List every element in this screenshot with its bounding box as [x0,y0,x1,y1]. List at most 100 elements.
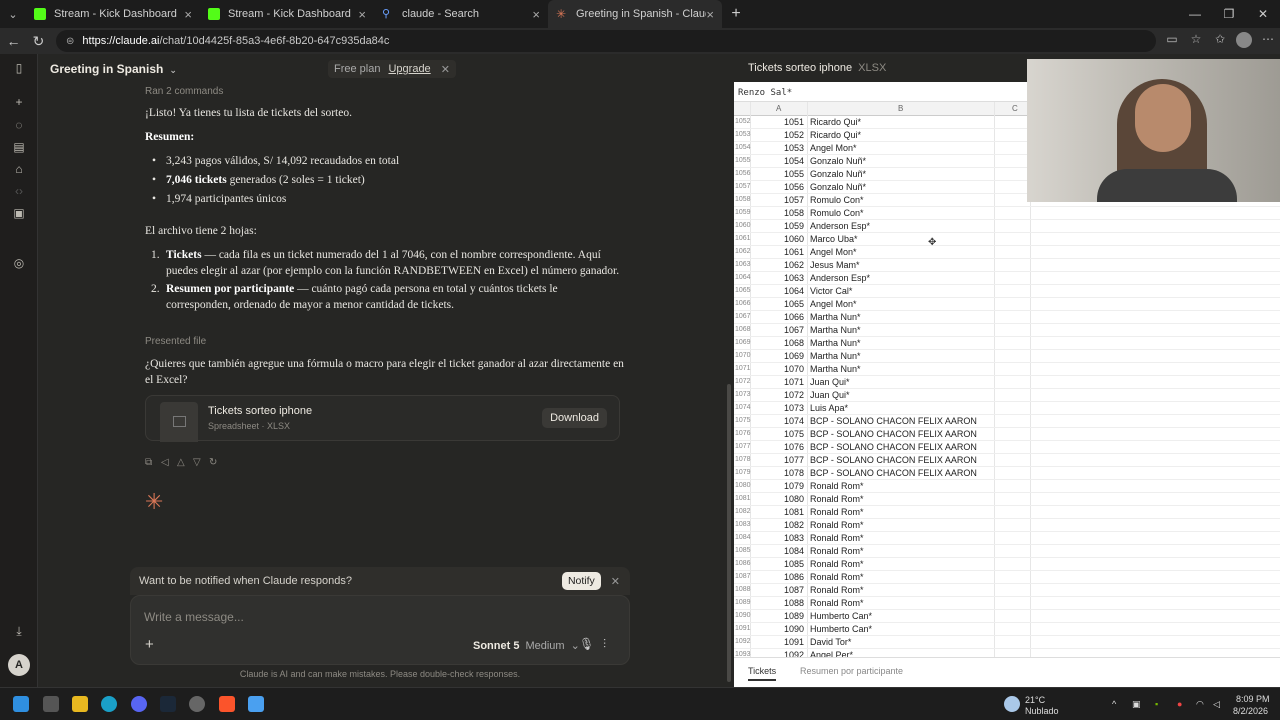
table-row[interactable]: 1069 1068 Martha Nun* [734,337,1280,350]
ticket-number-cell[interactable]: 1069 [764,351,804,361]
table-row[interactable]: 1075 1074 BCP - SOLANO CHACON FELIX AARON [734,415,1280,428]
participant-name-cell[interactable]: Ricardo Qui* [810,130,861,140]
ticket-number-cell[interactable]: 1077 [764,455,804,465]
participant-name-cell[interactable]: Gonzalo Nuñ* [810,156,866,166]
participant-name-cell[interactable]: Ronald Rom* [810,494,864,504]
file-card[interactable]: Tickets sorteo iphone Spreadsheet · XLSX… [145,395,620,442]
participant-name-cell[interactable]: Martha Nun* [810,364,861,374]
table-row[interactable]: 1062 1061 Angel Mon* [734,246,1280,259]
participant-name-cell[interactable]: Angel Mon* [810,143,857,153]
ticket-number-cell[interactable]: 1076 [764,442,804,452]
site-info-icon[interactable]: ⊜ [66,36,74,47]
new-tab-plus-icon[interactable]: + [722,0,750,28]
ticket-number-cell[interactable]: 1057 [764,195,804,205]
reload-icon[interactable]: ↻ [27,29,50,53]
volume-icon[interactable]: ◁ [1213,699,1220,710]
notify-button[interactable]: Notify [561,572,601,590]
table-row[interactable]: 1063 1062 Jesus Mam* [734,259,1280,272]
participant-name-cell[interactable]: Anderson Esp* [810,273,870,283]
close-icon[interactable]: × [184,7,192,22]
participant-name-cell[interactable]: Ronald Rom* [810,572,864,582]
ticket-number-cell[interactable]: 1084 [764,546,804,556]
ticket-number-cell[interactable]: 1064 [764,286,804,296]
browser-tab-3[interactable]: ⚲ claude - Search × [374,0,548,28]
chat-scrollbar[interactable] [726,54,732,687]
participant-name-cell[interactable]: Angel Mon* [810,299,857,309]
minimize-icon[interactable]: — [1178,7,1212,21]
table-row[interactable]: 1092 1091 David Tor* [734,636,1280,649]
ticket-number-cell[interactable]: 1082 [764,520,804,530]
ticket-number-cell[interactable]: 1081 [764,507,804,517]
participant-name-cell[interactable]: Juan Qui* [810,390,850,400]
table-row[interactable]: 1073 1072 Juan Qui* [734,389,1280,402]
url-field[interactable]: ⊜ https://claude.ai/chat/10d4425f-85a3-4… [56,30,1156,52]
file-explorer-icon[interactable] [72,696,88,712]
ticket-number-cell[interactable]: 1079 [764,481,804,491]
table-row[interactable]: 1064 1063 Anderson Esp* [734,272,1280,285]
thumbs-down-icon[interactable]: ▽ [193,457,209,468]
participant-name-cell[interactable]: BCP - SOLANO CHACON FELIX AARON [810,429,977,439]
more-options-icon[interactable]: ⋯ [1256,32,1280,51]
download-icon[interactable]: ⤓ [11,623,27,639]
tab-list-chevron-icon[interactable]: ⌄ [0,0,26,28]
table-row[interactable]: 1082 1081 Ronald Rom* [734,506,1280,519]
ticket-number-cell[interactable]: 1062 [764,260,804,270]
participant-name-cell[interactable]: BCP - SOLANO CHACON FELIX AARON [810,468,977,478]
favorite-star-icon[interactable]: ☆ [1184,32,1208,51]
participant-name-cell[interactable]: Romulo Con* [810,195,864,205]
ticket-number-cell[interactable]: 1054 [764,156,804,166]
column-header[interactable]: A [776,104,781,113]
ticket-number-cell[interactable]: 1052 [764,130,804,140]
obs-icon[interactable] [189,696,205,712]
download-button[interactable]: Download [542,408,607,428]
sidebar-toggle-icon[interactable]: ▯ [11,60,27,76]
clock-date[interactable]: 8/2/2026 [1233,706,1268,716]
ticket-number-cell[interactable]: 1091 [764,637,804,647]
model-selector[interactable]: Sonnet 5 Medium ⌄ [473,639,580,652]
participant-name-cell[interactable]: Victor Cal* [810,286,852,296]
participant-name-cell[interactable]: Ronald Rom* [810,533,864,543]
briefcase-icon[interactable]: ▣ [11,205,27,221]
profile-icon[interactable] [1232,31,1256,51]
participant-name-cell[interactable]: Gonzalo Nuñ* [810,182,866,192]
table-row[interactable]: 1074 1073 Luis Apa* [734,402,1280,415]
participant-name-cell[interactable]: Juan Qui* [810,377,850,387]
user-avatar[interactable]: A [8,654,30,676]
table-row[interactable]: 1080 1079 Ronald Rom* [734,480,1280,493]
table-row[interactable]: 1065 1064 Victor Cal* [734,285,1280,298]
table-row[interactable]: 1072 1071 Juan Qui* [734,376,1280,389]
participant-name-cell[interactable]: BCP - SOLANO CHACON FELIX AARON [810,416,977,426]
participant-name-cell[interactable]: Luis Apa* [810,403,848,413]
column-header[interactable]: C [1012,104,1018,113]
tray-chevron-icon[interactable]: ^ [1112,699,1116,709]
participant-name-cell[interactable]: Martha Nun* [810,338,861,348]
table-row[interactable]: 1087 1086 Ronald Rom* [734,571,1280,584]
close-icon[interactable]: × [358,7,366,22]
back-arrow-icon[interactable]: ← [2,29,25,53]
chat-title-button[interactable]: Greeting in Spanish ⌄ [50,62,177,76]
participant-name-cell[interactable]: Ronald Rom* [810,507,864,517]
participant-name-cell[interactable]: Ronald Rom* [810,559,864,569]
sheet-tab-tickets[interactable]: Tickets [748,666,777,681]
task-view-icon[interactable] [43,696,59,712]
table-row[interactable]: 1086 1085 Ronald Rom* [734,558,1280,571]
ticket-number-cell[interactable]: 1058 [764,208,804,218]
chats-icon[interactable]: ◌ [11,117,27,133]
ticket-number-cell[interactable]: 1090 [764,624,804,634]
participant-name-cell[interactable]: Ronald Rom* [810,481,864,491]
discord-icon[interactable] [131,696,147,712]
browser-tab-4[interactable]: ✳ Greeting in Spanish - Claude × [548,0,722,28]
new-chat-plus-icon[interactable]: + [11,94,27,110]
ticket-number-cell[interactable]: 1063 [764,273,804,283]
ticket-number-cell[interactable]: 1085 [764,559,804,569]
table-row[interactable]: 1068 1067 Martha Nun* [734,324,1280,337]
windows-start-icon[interactable] [13,696,29,712]
participant-name-cell[interactable]: Jesus Mam* [810,260,860,270]
maximize-icon[interactable]: ❐ [1212,7,1246,21]
ticket-number-cell[interactable]: 1068 [764,338,804,348]
ticket-number-cell[interactable]: 1055 [764,169,804,179]
sheet-tab-resumen[interactable]: Resumen por participante [800,666,903,676]
speaker-icon[interactable]: ◁ [161,457,177,468]
ticket-number-cell[interactable]: 1051 [764,117,804,127]
steam-icon[interactable] [160,696,176,712]
